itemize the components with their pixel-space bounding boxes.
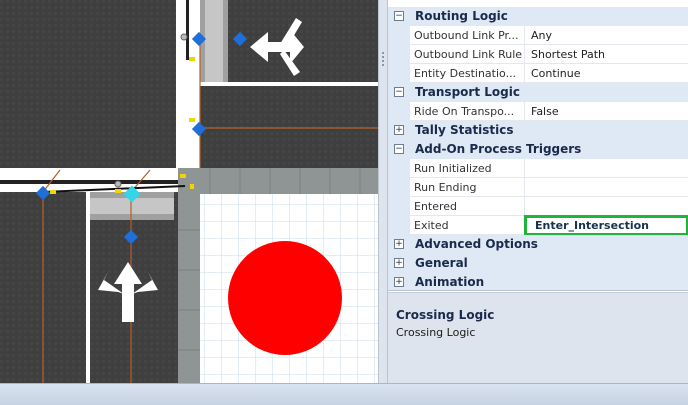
collapse-icon[interactable]: − <box>394 87 404 97</box>
category-general[interactable]: + General <box>388 254 688 273</box>
description-text: Crossing Logic <box>396 326 476 339</box>
status-bar <box>0 383 688 405</box>
expand-icon[interactable]: + <box>394 258 404 268</box>
property-value[interactable]: False <box>525 102 688 121</box>
category-label: Animation <box>415 275 485 289</box>
property-row-entity-destination[interactable]: Entity Destinatio... Continue <box>388 64 688 83</box>
property-value[interactable]: Any <box>525 26 688 45</box>
category-label: Advanced Options <box>415 237 538 251</box>
category-label: Transport Logic <box>415 85 520 99</box>
collapse-icon[interactable]: − <box>394 144 404 154</box>
category-label: Tally Statistics <box>415 123 514 137</box>
property-grid[interactable]: − Routing Logic Outbound Link Pr... Any … <box>388 0 688 291</box>
property-row-run-ending[interactable]: Run Ending <box>388 178 688 197</box>
property-name: Outbound Link Rule <box>410 45 525 64</box>
collapse-icon[interactable]: − <box>394 11 404 21</box>
facility-view[interactable] <box>0 0 378 383</box>
category-advanced-options[interactable]: + Advanced Options <box>388 235 688 254</box>
expand-icon[interactable]: + <box>394 239 404 249</box>
property-row-outbound-link-rule[interactable]: Outbound Link Rule Shortest Path <box>388 45 688 64</box>
property-name: Outbound Link Pr... <box>410 26 525 45</box>
property-value[interactable] <box>525 197 688 216</box>
description-title: Crossing Logic <box>396 308 495 322</box>
property-row-exited[interactable]: Exited Enter_Intersection <box>388 215 688 236</box>
category-animation[interactable]: + Animation <box>388 273 688 290</box>
property-name: Entered <box>410 197 525 216</box>
property-value[interactable]: Shortest Path <box>525 45 688 64</box>
property-name: Exited <box>410 216 525 235</box>
property-value[interactable] <box>525 178 688 197</box>
category-label: General <box>415 256 468 270</box>
model-canvas[interactable] <box>0 0 378 383</box>
property-row-ride-on-transporter[interactable]: Ride On Transpo... False <box>388 102 688 121</box>
category-routing-logic[interactable]: − Routing Logic <box>388 7 688 26</box>
property-value-exited-highlighted[interactable]: Enter_Intersection <box>524 215 688 236</box>
traffic-light-red[interactable] <box>228 241 342 355</box>
category-label: Add-On Process Triggers <box>415 142 582 156</box>
property-row-entered[interactable]: Entered <box>388 197 688 216</box>
property-value[interactable]: Continue <box>525 64 688 83</box>
category-transport-logic[interactable]: − Transport Logic <box>388 83 688 102</box>
property-name: Run Initialized <box>410 159 525 178</box>
property-row-outbound-link-preference[interactable]: Outbound Link Pr... Any <box>388 26 688 45</box>
property-name: Ride On Transpo... <box>410 102 525 121</box>
property-value[interactable] <box>525 159 688 178</box>
property-row-run-initialized[interactable]: Run Initialized <box>388 159 688 178</box>
property-description-panel: Crossing Logic Crossing Logic <box>388 292 688 383</box>
sidewalk-horizontal <box>178 168 378 194</box>
property-name: Run Ending <box>410 178 525 197</box>
expand-icon[interactable]: + <box>394 277 404 287</box>
category-tally-statistics[interactable]: + Tally Statistics <box>388 121 688 140</box>
category-add-on-process-triggers[interactable]: − Add-On Process Triggers <box>388 140 688 159</box>
panel-splitter[interactable] <box>378 0 388 383</box>
expand-icon[interactable]: + <box>394 125 404 135</box>
sidewalk-vertical <box>178 168 200 383</box>
property-name: Entity Destinatio... <box>410 64 525 83</box>
category-label: Routing Logic <box>415 9 508 23</box>
